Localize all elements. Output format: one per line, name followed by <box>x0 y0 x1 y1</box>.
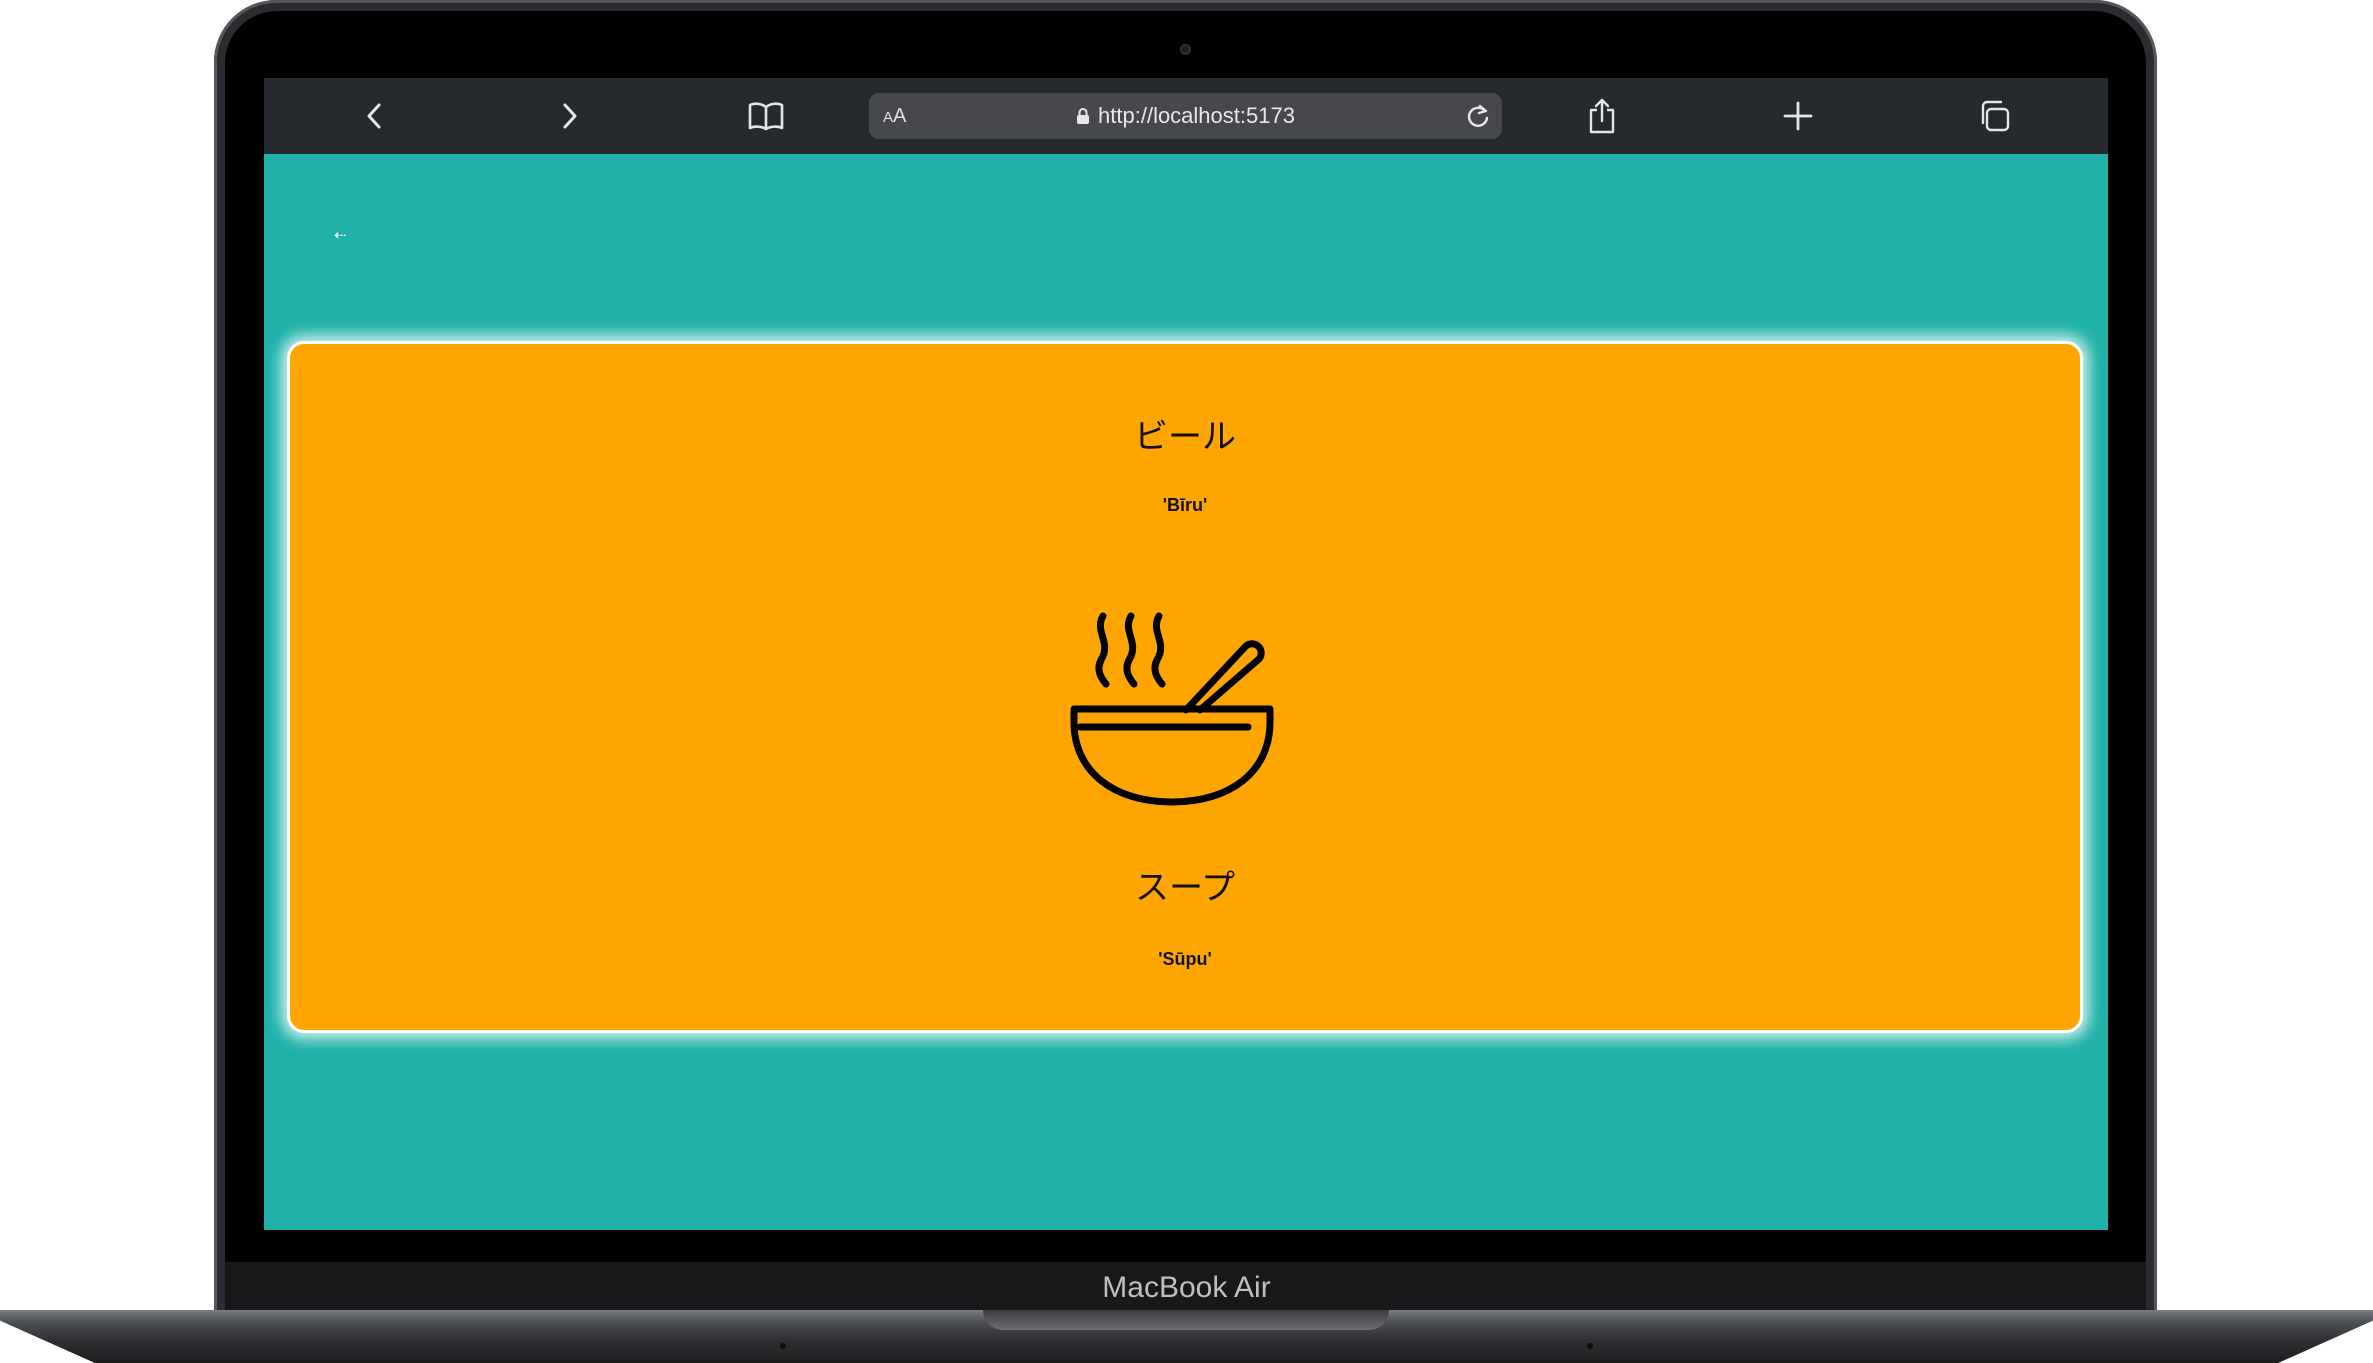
plus-icon <box>1783 101 1813 131</box>
browser-toolbar: AAAA http://localhost:5173 <box>264 78 2108 154</box>
chevron-right-icon <box>563 103 577 129</box>
address-bar[interactable]: AAAA http://localhost:5173 <box>869 93 1502 139</box>
hinge-notch <box>983 1310 1389 1330</box>
browser-screen: AAAA http://localhost:5173 ⇠ ビール 'Bīru' <box>264 78 2108 1230</box>
romaji-top: 'Bīru' <box>1162 495 1208 515</box>
laptop-foot <box>1587 1343 1593 1349</box>
word-japanese-top: ビール <box>1134 417 1236 457</box>
new-tab-button[interactable] <box>1774 92 1822 140</box>
reload-icon[interactable] <box>1464 102 1492 130</box>
tabs-icon <box>1981 100 2010 132</box>
flashcard[interactable]: ビール 'Bīru' スープ 'Sūpu' <box>287 341 2083 1033</box>
url-text: http://localhost:5173 <box>1098 103 1295 128</box>
book-icon <box>748 102 784 131</box>
share-icon <box>1589 98 1615 134</box>
soup-bowl-icon <box>1070 612 1274 806</box>
forward-button[interactable] <box>546 92 594 140</box>
word-japanese-bottom: スープ <box>1135 868 1235 908</box>
bookmarks-button[interactable] <box>742 92 790 140</box>
laptop-foot <box>780 1343 786 1349</box>
chevron-left-icon <box>367 103 381 129</box>
back-link[interactable]: ⇠ <box>334 226 347 244</box>
camera-icon <box>1180 44 1191 55</box>
back-button[interactable] <box>350 92 398 140</box>
model-label: MacBook Air <box>1102 1271 1271 1304</box>
share-button[interactable] <box>1578 92 1626 140</box>
lock-icon <box>1077 108 1090 124</box>
romaji-bottom: 'Sūpu' <box>1158 949 1212 969</box>
tabs-overview-button[interactable] <box>1970 92 2018 140</box>
